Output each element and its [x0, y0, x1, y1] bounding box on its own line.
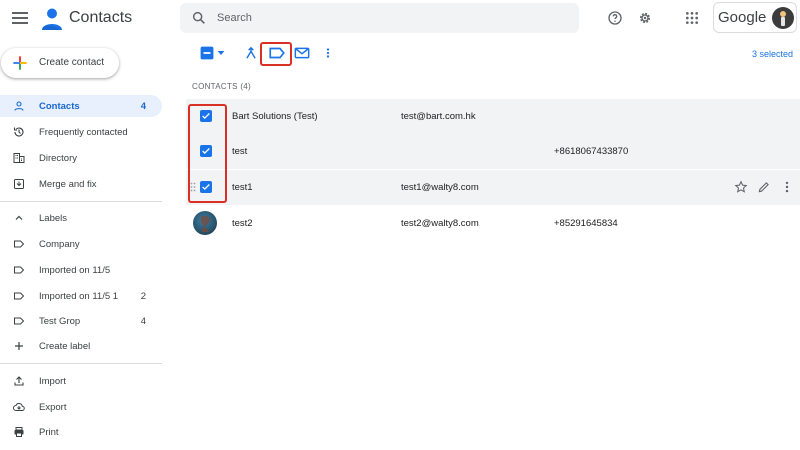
sidebar-item-label: Company [39, 239, 80, 250]
sidebar-item-label: Merge and fix [39, 179, 97, 190]
highlight-label-button [260, 42, 292, 66]
help-icon[interactable] [607, 10, 623, 26]
contact-photo-art [200, 215, 210, 232]
labels-section-toggle[interactable]: Labels [0, 207, 162, 229]
contact-name: test1 [232, 182, 253, 193]
sidebar-divider [0, 201, 162, 202]
search-icon [192, 11, 205, 24]
sidebar-label-imported-on-11-5-1[interactable]: Imported on 11/5 1 2 [0, 285, 162, 307]
app-title: Contacts [69, 9, 133, 26]
person-icon [14, 101, 24, 111]
contacts-logo-icon[interactable] [40, 6, 64, 30]
sidebar-divider [0, 363, 162, 364]
select-menu-button[interactable] [198, 44, 228, 62]
sidebar-label-test-grop[interactable]: Test Grop 4 [0, 310, 162, 332]
merge-icon [14, 179, 24, 189]
contacts-app: Contacts Google [0, 0, 800, 450]
contact-row[interactable]: test1 test1@walty8.com [186, 170, 800, 205]
avatar-figure-icon [780, 11, 786, 26]
cloud-download-icon [13, 402, 25, 411]
google-brand-text: Google [718, 9, 767, 26]
contact-row[interactable]: test +8618067433870 [186, 134, 800, 169]
create-contact-label: Create contact [39, 57, 105, 68]
domain-icon [13, 153, 25, 163]
search-input[interactable] [217, 3, 557, 33]
sidebar-item-import[interactable]: Import [0, 370, 162, 392]
sidebar-item-label: Directory [39, 153, 78, 164]
sidebar-item-label: Print [39, 427, 59, 438]
account-switcher[interactable]: Google [713, 2, 797, 33]
sidebar-item-count: 4 [140, 101, 146, 112]
selected-count: 3 selected [752, 49, 794, 59]
label-icon [14, 292, 25, 300]
contact-email: test1@walty8.com [401, 182, 479, 193]
contact-row[interactable]: test2 test2@walty8.com +85291645834 [186, 206, 800, 241]
caret-down-icon [217, 51, 225, 55]
edit-pencil-icon[interactable] [757, 180, 771, 194]
main-menu-icon[interactable] [12, 10, 28, 26]
label-icon [14, 240, 25, 248]
email-icon[interactable] [294, 44, 310, 62]
sidebar-item-count: 2 [140, 291, 146, 302]
contact-name: test2 [232, 218, 253, 229]
create-label-button[interactable]: Create label [0, 335, 162, 357]
sidebar-item-print[interactable]: Print [0, 421, 162, 443]
sidebar-item-label: Imported on 11/5 1 [39, 291, 119, 302]
plus-multicolor-icon [13, 56, 27, 70]
highlight-selected-checkboxes [188, 104, 227, 203]
checkbox-indeterminate-icon [200, 46, 214, 60]
contact-email: test2@walty8.com [401, 218, 479, 229]
label-icon [14, 317, 25, 325]
sidebar-item-label: Import [39, 376, 66, 387]
contact-name: test [232, 146, 248, 157]
sidebar-item-label: Test Grop [39, 316, 81, 327]
sidebar-item-directory[interactable]: Directory [0, 147, 162, 169]
sidebar-item-count: 4 [140, 316, 146, 327]
plus-icon [15, 342, 23, 350]
create-label-label: Create label [39, 341, 91, 352]
contact-email: test@bart.com.hk [401, 111, 476, 122]
create-contact-button[interactable]: Create contact [1, 48, 119, 78]
star-icon[interactable] [734, 180, 748, 194]
printer-icon [14, 427, 24, 437]
sidebar-label-company[interactable]: Company [0, 233, 162, 255]
contact-phone: +8618067433870 [554, 146, 629, 157]
chevron-up-icon [15, 215, 23, 220]
contact-name: Bart Solutions (Test) [232, 111, 318, 122]
apps-grid-icon[interactable] [684, 10, 700, 26]
contact-row[interactable]: Bart Solutions (Test) test@bart.com.hk [186, 99, 800, 134]
more-actions-icon[interactable] [322, 44, 334, 62]
search-bar[interactable] [180, 3, 579, 33]
label-icon [14, 266, 25, 274]
sidebar-item-frequently-contacted[interactable]: Frequently contacted [0, 121, 162, 143]
upload-icon [14, 376, 24, 386]
contact-photo[interactable] [193, 211, 217, 235]
sidebar-label-imported-on-11-5[interactable]: Imported on 11/5 [0, 259, 162, 281]
sidebar-item-label: Imported on 11/5 [39, 265, 111, 276]
sidebar-item-merge-and-fix[interactable]: Merge and fix [0, 173, 162, 195]
settings-gear-icon[interactable] [637, 10, 653, 26]
contact-phone: +85291645834 [554, 218, 618, 229]
contacts-list-heading: CONTACTS (4) [192, 82, 252, 91]
sidebar-item-label: Export [39, 402, 67, 413]
sidebar-item-contacts[interactable]: Contacts 4 [0, 95, 162, 117]
history-icon [13, 127, 24, 137]
merge-arrows-icon[interactable] [244, 44, 258, 62]
account-avatar[interactable] [772, 7, 794, 29]
sidebar-item-label: Frequently contacted [39, 127, 128, 138]
sidebar-item-label: Contacts [39, 101, 80, 112]
labels-heading: Labels [39, 213, 67, 224]
row-more-icon[interactable] [780, 180, 794, 194]
sidebar-item-export[interactable]: Export [0, 396, 162, 418]
